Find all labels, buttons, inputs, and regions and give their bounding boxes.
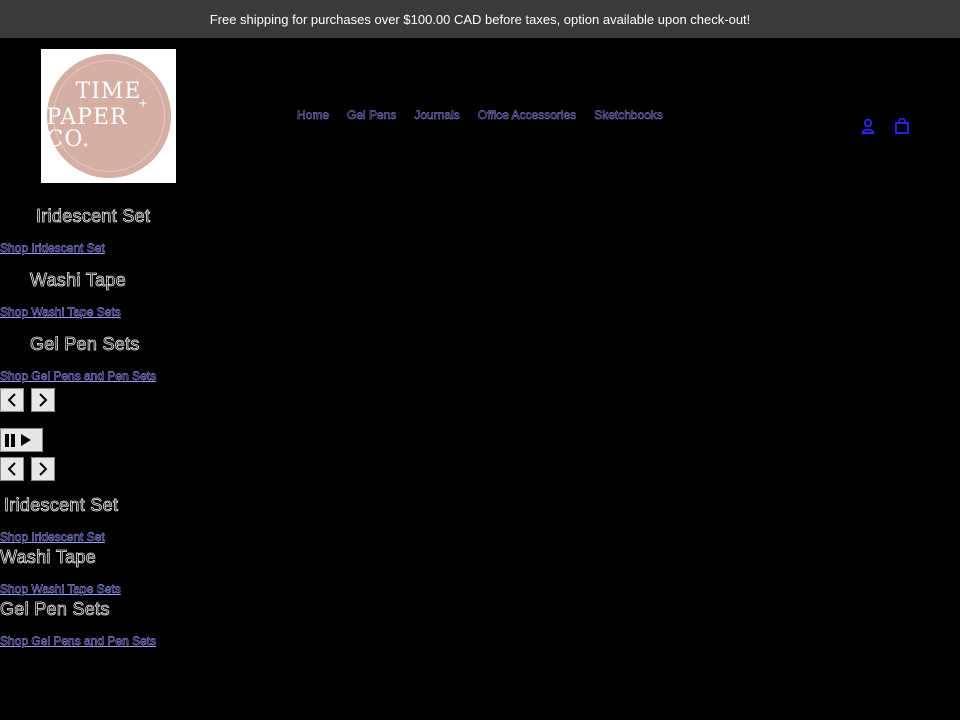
shop-gel-pens-link[interactable]: Shop Gel Pens and Pen Sets: [0, 369, 156, 383]
slide-title-iridescent: Iridescent Set: [36, 206, 151, 227]
nav-home[interactable]: Home: [297, 108, 329, 122]
slide-prev-button-2[interactable]: [0, 457, 24, 481]
announcement-text: Free shipping for purchases over $100.00…: [209, 11, 751, 27]
main-nav: Home Gel Pens Journals Office Accessorie…: [297, 108, 663, 122]
shop-iridescent-link[interactable]: Shop Iridescent Set: [0, 241, 105, 255]
slideshow-pause-play-button[interactable]: [0, 428, 43, 452]
logo-line-1: TIME: [75, 79, 142, 104]
shop-iridescent-link-2[interactable]: Shop Iridescent Set: [0, 530, 105, 544]
shop-washi-link-2[interactable]: Shop Washi Tape Sets: [0, 582, 121, 596]
announcement-bar: Free shipping for purchases over $100.00…: [0, 0, 960, 38]
shop-gel-pens-link-2[interactable]: Shop Gel Pens and Pen Sets: [0, 634, 156, 648]
pause-bar-icon: [11, 433, 15, 447]
slide-prev-button[interactable]: [0, 388, 24, 412]
slide-title-gel-pens-2: Gel Pen Sets: [0, 599, 110, 620]
nav-sketchbooks[interactable]: Sketchbooks: [594, 108, 663, 122]
site-logo[interactable]: TIME + PAPER CO.: [41, 49, 176, 183]
slide-next-button-2[interactable]: [31, 457, 55, 481]
slide-title-iridescent-2: Iridescent Set: [4, 495, 119, 516]
chevron-right-icon: [39, 393, 48, 407]
chevron-left-icon: [7, 393, 16, 407]
nav-journals[interactable]: Journals: [414, 108, 460, 122]
shop-washi-link[interactable]: Shop Washi Tape Sets: [0, 305, 121, 319]
logo-badge: TIME + PAPER CO.: [46, 54, 171, 178]
pause-bar-icon: [5, 433, 9, 447]
slide-title-gel-pens: Gel Pen Sets: [30, 334, 140, 355]
user-icon[interactable]: [860, 118, 876, 134]
chevron-left-icon: [7, 462, 16, 476]
bag-icon[interactable]: [894, 118, 910, 134]
slide-next-button[interactable]: [31, 388, 55, 412]
play-icon: [21, 434, 31, 446]
slide-title-washi: Washi Tape: [30, 270, 127, 291]
nav-gel-pens[interactable]: Gel Pens: [347, 108, 397, 122]
chevron-right-icon: [39, 462, 48, 476]
nav-office-accessories[interactable]: Office Accessories: [478, 108, 577, 122]
logo-line-2: PAPER CO.: [46, 105, 128, 152]
slide-title-washi-2: Washi Tape: [0, 547, 97, 568]
logo-plus: +: [137, 96, 150, 110]
